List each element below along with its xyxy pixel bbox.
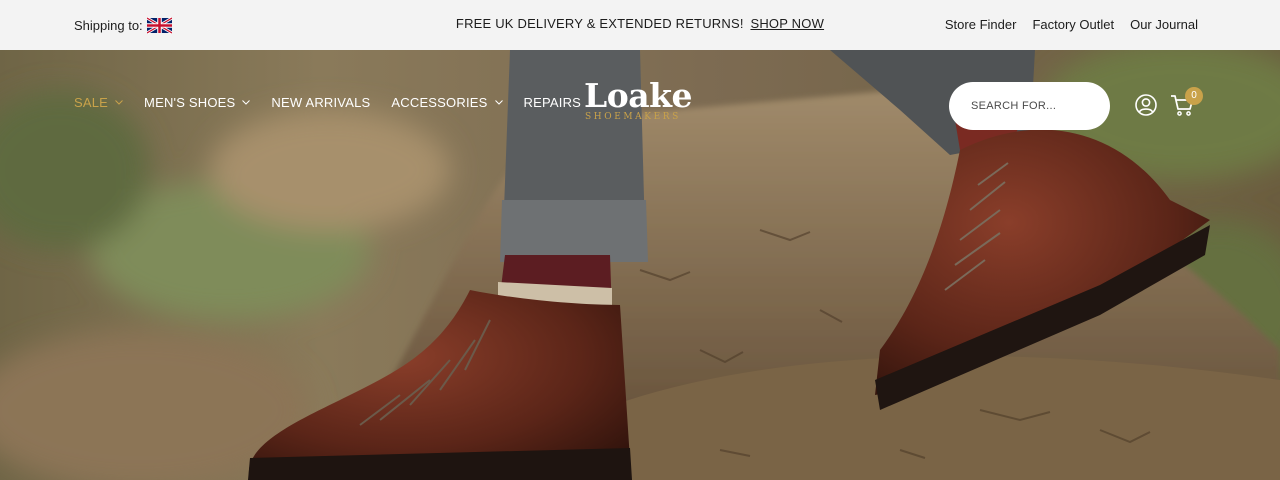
factory-outlet-link[interactable]: Factory Outlet [1032, 17, 1114, 32]
nav-item-label: NEW ARRIVALS [271, 95, 371, 110]
promo-text: FREE UK DELIVERY & EXTENDED RETURNS! [455, 16, 744, 31]
nav-item-label: ACCESSORIES [391, 95, 488, 110]
search-input[interactable] [949, 82, 1110, 130]
nav-item-sale[interactable]: SALE [74, 95, 123, 110]
shop-now-link[interactable]: SHOP NOW [750, 16, 824, 31]
chevron-down-icon [115, 100, 123, 105]
announcement-bar: Shipping to: FREE UK DELIVERY & EXTENDED… [0, 0, 1280, 50]
nav-item-accessories[interactable]: ACCESSORIES [391, 95, 503, 110]
main-navigation: SALE MEN'S SHOES NEW ARRIVALS ACCESSORIE… [74, 95, 581, 110]
our-journal-link[interactable]: Our Journal [1130, 17, 1198, 32]
store-finder-link[interactable]: Store Finder [945, 17, 1017, 32]
nav-item-repairs[interactable]: REPAIRS [524, 95, 582, 110]
logo-wordmark: Loake [584, 76, 692, 115]
nav-item-mens-shoes[interactable]: MEN'S SHOES [144, 95, 251, 110]
chevron-down-icon [242, 100, 251, 105]
nav-item-label: MEN'S SHOES [144, 95, 236, 110]
nav-item-label: SALE [74, 95, 109, 110]
chevron-down-icon [494, 100, 503, 105]
nav-item-label: REPAIRS [523, 95, 582, 110]
cart-count-badge: 0 [1185, 87, 1203, 105]
account-icon[interactable] [1134, 93, 1158, 117]
utility-links: Store Finder Factory Outlet Our Journal [945, 17, 1198, 32]
site-logo[interactable]: Loake SHOEMAKERS [584, 77, 700, 122]
nav-item-new-arrivals[interactable]: NEW ARRIVALS [271, 95, 370, 110]
